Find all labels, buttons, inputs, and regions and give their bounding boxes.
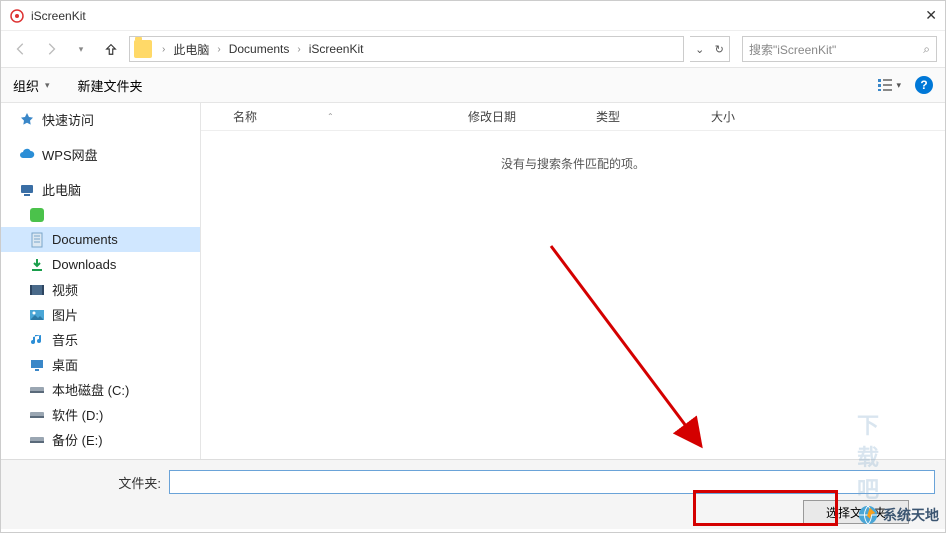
sidebar-pictures[interactable]: 图片 — [1, 302, 200, 327]
pc-icon — [19, 182, 35, 198]
sidebar-c-drive[interactable]: 本地磁盘 (C:) — [1, 377, 200, 402]
column-headers[interactable]: 名称 ⌃ 修改日期 类型 大小 — [201, 103, 945, 131]
chevron-right-icon: › — [291, 44, 306, 55]
app-icon — [29, 207, 45, 223]
breadcrumb-root[interactable]: 此电脑 — [171, 39, 211, 60]
folder-label: 文件夹: — [11, 473, 161, 492]
star-icon — [19, 112, 35, 128]
sidebar-documents[interactable]: Documents — [1, 227, 200, 252]
sidebar-downloads[interactable]: Downloads — [1, 252, 200, 277]
back-button[interactable] — [9, 37, 33, 61]
folder-icon — [134, 40, 152, 58]
app-icon — [9, 8, 25, 24]
sidebar-quick-access[interactable]: 快速访问 — [1, 107, 200, 132]
chevron-down-icon: ▾ — [896, 80, 901, 91]
download-icon — [29, 257, 45, 273]
sidebar-music[interactable]: 音乐 — [1, 327, 200, 352]
cloud-icon — [19, 147, 35, 163]
drive-icon — [29, 432, 45, 448]
highlight-box — [693, 490, 838, 526]
sidebar-wps[interactable]: WPS网盘 — [1, 142, 200, 167]
sidebar-e-drive[interactable]: 备份 (E:) — [1, 427, 200, 452]
breadcrumb-documents[interactable]: Documents — [227, 40, 292, 58]
new-folder-button[interactable]: 新建文件夹 — [78, 76, 143, 95]
col-name[interactable]: 名称 — [233, 108, 257, 125]
sidebar-green-item[interactable] — [1, 202, 200, 227]
empty-message: 没有与搜索条件匹配的项。 — [201, 155, 945, 172]
search-input[interactable]: 搜索"iScreenKit" ⌕ — [742, 36, 937, 62]
search-icon: ⌕ — [923, 42, 930, 57]
breadcrumb-current[interactable]: iScreenKit — [307, 40, 366, 58]
watermark: 下载吧 系统天地 — [857, 504, 939, 526]
music-icon — [29, 332, 45, 348]
organize-menu[interactable]: 组织 — [13, 76, 50, 95]
sidebar-desktop[interactable]: 桌面 — [1, 352, 200, 377]
sidebar-videos[interactable]: 视频 — [1, 277, 200, 302]
sort-caret-icon: ⌃ — [327, 112, 334, 121]
recent-dropdown[interactable]: ▾ — [69, 37, 93, 61]
sidebar-d-drive[interactable]: 软件 (D:) — [1, 402, 200, 427]
chevron-down-icon: ⌄ — [695, 43, 704, 56]
search-placeholder: 搜索"iScreenKit" — [749, 41, 836, 58]
document-icon — [29, 232, 45, 248]
folder-tree[interactable]: 快速访问 WPS网盘 此电脑 Documents Downloads 视频 — [1, 103, 201, 459]
col-type[interactable]: 类型 — [596, 108, 711, 125]
picture-icon — [29, 307, 45, 323]
sidebar-this-pc[interactable]: 此电脑 — [1, 177, 200, 202]
view-mode-button[interactable]: ▾ — [877, 78, 901, 92]
chevron-right-icon: › — [211, 44, 226, 55]
close-button[interactable]: ✕ — [897, 7, 937, 24]
refresh-icon: ↻ — [715, 43, 724, 56]
chevron-right-icon: › — [156, 44, 171, 55]
window-title: iScreenKit — [31, 9, 897, 23]
globe-icon — [857, 504, 879, 526]
col-size[interactable]: 大小 — [711, 108, 801, 125]
forward-button[interactable] — [39, 37, 63, 61]
video-icon — [29, 282, 45, 298]
col-date[interactable]: 修改日期 — [468, 108, 596, 125]
desktop-icon — [29, 357, 45, 373]
help-icon[interactable]: ? — [915, 76, 933, 94]
refresh-button[interactable]: ⌄ ↻ — [690, 36, 730, 62]
drive-icon — [29, 407, 45, 423]
address-bar[interactable]: › 此电脑 › Documents › iScreenKit — [129, 36, 684, 62]
up-button[interactable] — [99, 37, 123, 61]
drive-icon — [29, 382, 45, 398]
